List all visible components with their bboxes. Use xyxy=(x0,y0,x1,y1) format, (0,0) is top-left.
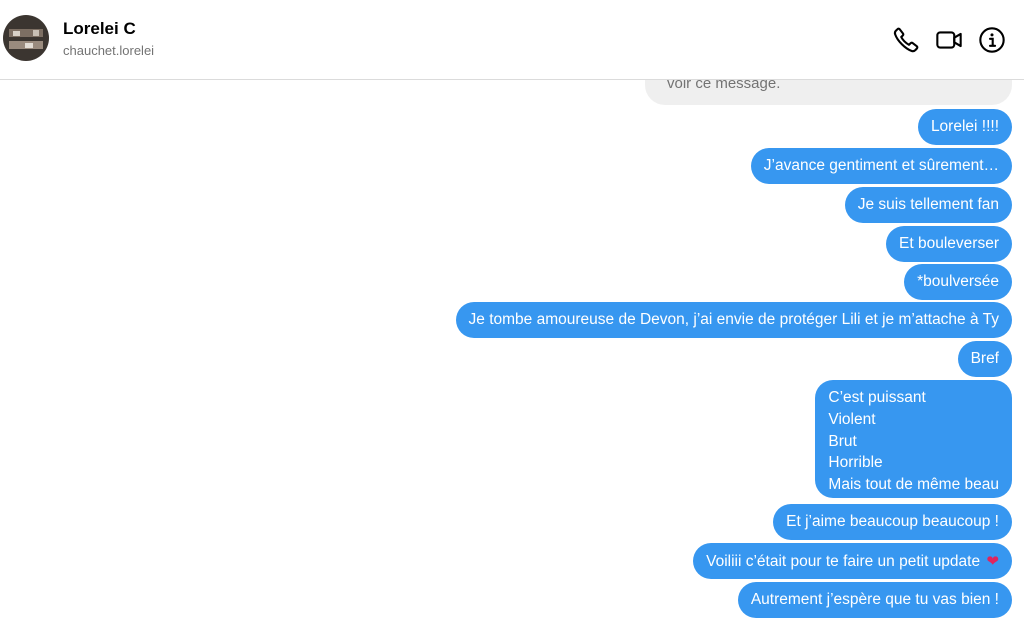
outgoing-message-bubble[interactable]: J’avance gentiment et sûrement… xyxy=(750,148,1012,184)
outgoing-message-bubble[interactable]: Et bouleverser xyxy=(886,226,1012,262)
info-icon[interactable] xyxy=(978,26,1006,54)
outgoing-message-bubble[interactable]: Je tombe amoureuse de Devon, j’ai envie … xyxy=(455,302,1012,338)
phone-icon[interactable] xyxy=(892,26,920,54)
message-text: Voiliii c’était pour te faire un petit u… xyxy=(706,553,981,570)
outgoing-message-bubble[interactable]: Voiliii c’était pour te faire un petit u… xyxy=(693,543,1012,579)
contact-name[interactable]: Lorelei C xyxy=(63,19,136,39)
outgoing-message-bubble[interactable]: C’est puissant Violent Brut Horrible Mai… xyxy=(815,380,1012,498)
incoming-message-bubble: voir ce message. xyxy=(645,80,1012,105)
outgoing-message-bubble[interactable]: Je suis tellement fan xyxy=(844,187,1012,223)
outgoing-message-bubble[interactable]: Autrement j’espère que tu vas bien ! xyxy=(737,582,1012,618)
outgoing-message-bubble[interactable]: Et j’aime beaucoup beaucoup ! xyxy=(773,504,1012,540)
chat-header: Lorelei C chauchet.lorelei xyxy=(0,0,1024,80)
outgoing-message-bubble[interactable]: Bref xyxy=(957,341,1012,377)
video-camera-icon[interactable] xyxy=(935,26,963,54)
heart-emoji-icon: ❤ xyxy=(986,552,999,570)
outgoing-message-bubble[interactable]: *boulversée xyxy=(904,264,1012,300)
avatar[interactable] xyxy=(3,15,49,61)
incoming-message-text: voir ce message. xyxy=(667,80,781,92)
message-thread[interactable]: voir ce message. Lorelei !!!! J’avance g… xyxy=(0,80,1024,638)
contact-handle[interactable]: chauchet.lorelei xyxy=(63,43,154,58)
outgoing-message-bubble[interactable]: Lorelei !!!! xyxy=(917,109,1012,145)
